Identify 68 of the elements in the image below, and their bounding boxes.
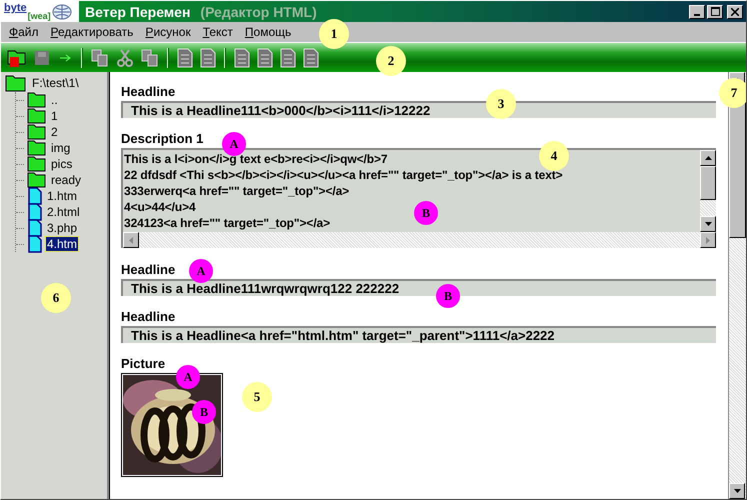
minimize-icon: [694, 14, 700, 16]
toolbar-button[interactable]: [255, 48, 275, 68]
menu-item[interactable]: Помощь: [238, 25, 298, 39]
toolbar-button[interactable]: [301, 48, 321, 68]
window-title: Ветер Перемен: [85, 4, 190, 20]
down-arrow-icon: [734, 489, 740, 493]
menu-item[interactable]: Рисунок: [139, 25, 197, 39]
folder-icon: [27, 171, 47, 189]
maximize-button[interactable]: [707, 4, 723, 18]
folder-icon: [5, 74, 27, 92]
logo-text: byte: [4, 2, 27, 14]
tree-item[interactable]: 3.php: [46, 221, 78, 235]
folder-icon: [27, 107, 47, 125]
tree-item[interactable]: 2: [50, 125, 59, 139]
logo-text: [wea]: [28, 11, 51, 21]
toolbar-button[interactable]: [278, 48, 298, 68]
document-icon: [234, 48, 250, 68]
tree-item[interactable]: img: [50, 141, 72, 155]
document-icon: [200, 48, 216, 68]
toolbar-button[interactable]: [198, 48, 218, 68]
up-arrow-icon: [704, 156, 712, 160]
field-label: Headline: [121, 309, 176, 324]
toolbar-button[interactable]: [232, 48, 252, 68]
tree-item[interactable]: 1.htm: [46, 189, 78, 203]
close-button[interactable]: [727, 4, 743, 18]
minimize-button[interactable]: [689, 4, 705, 18]
globe-icon: [52, 4, 72, 20]
tree-item[interactable]: 1: [50, 109, 59, 123]
menu-item[interactable]: Файл: [3, 25, 45, 39]
copy-icon: [141, 48, 159, 66]
file-icon: [27, 219, 43, 237]
file-icon: [27, 235, 43, 253]
copy-icon: [91, 48, 109, 66]
right-arrow-icon: [706, 236, 710, 244]
maximize-icon: [710, 7, 720, 16]
file-icon: [27, 203, 43, 221]
tree-item[interactable]: pics: [50, 157, 74, 171]
field-label: Picture: [121, 356, 166, 371]
menu-item[interactable]: Текст: [196, 25, 239, 39]
left-arrow-icon: [129, 236, 133, 244]
document-icon: [177, 48, 193, 68]
tree-item[interactable]: 2.html: [46, 205, 81, 219]
folder-icon: [27, 155, 47, 173]
document-icon: [280, 48, 296, 68]
folder-icon: [27, 139, 47, 157]
folder-icon: [27, 123, 47, 141]
text-field[interactable]: This is a Headline<a href="html.htm" target="_parent">1111</a>2222: [121, 326, 716, 343]
field-label: Headline: [121, 262, 176, 277]
folder-icon: [27, 91, 47, 109]
toolbar-button[interactable]: [175, 48, 195, 68]
scrollbar[interactable]: [728, 72, 746, 499]
tree-item[interactable]: ready: [50, 173, 82, 187]
field-label: Headline: [121, 84, 176, 99]
scrollbar[interactable]: [123, 232, 716, 248]
file-icon: [27, 187, 43, 205]
tree-item[interactable]: ..: [50, 93, 59, 107]
tree-item[interactable]: 4.htm: [46, 237, 78, 251]
window-subtitle: (Редактор HTML): [200, 4, 317, 20]
field-label: Description 1: [121, 131, 204, 146]
tree-item[interactable]: F:\test\1\: [31, 76, 80, 90]
document-icon: [257, 48, 273, 68]
menu-item[interactable]: Редактировать: [44, 25, 140, 39]
document-icon: [303, 48, 319, 68]
folder-icon: [7, 48, 27, 68]
scrollbar[interactable]: [700, 150, 716, 232]
scissors-icon: [116, 48, 134, 66]
close-icon: [731, 8, 739, 16]
down-arrow-icon: [704, 222, 712, 226]
